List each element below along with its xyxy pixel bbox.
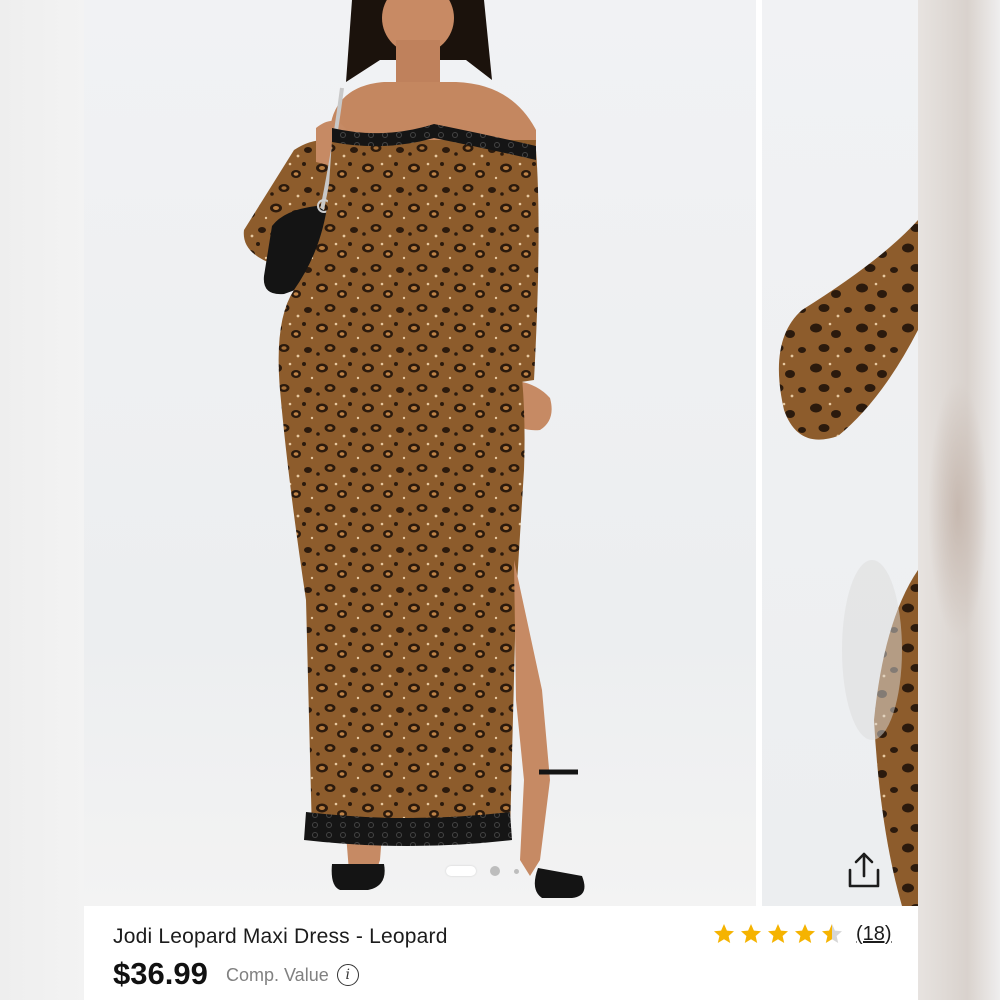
share-icon — [848, 852, 880, 888]
model-photo-partial — [778, 220, 918, 906]
product-info: Jodi Leopard Maxi Dress - Leopard (18) $… — [84, 906, 918, 1000]
star-icon — [741, 924, 761, 943]
star-rating — [712, 922, 844, 946]
image-carousel[interactable] — [84, 0, 918, 906]
blurred-edge-left — [0, 0, 84, 1000]
product-image-next[interactable] — [762, 0, 918, 906]
share-button[interactable] — [840, 846, 888, 894]
product-title[interactable]: Jodi Leopard Maxi Dress - Leopard — [113, 925, 448, 949]
pagination-dot[interactable] — [514, 868, 519, 874]
product-image-main[interactable] — [84, 0, 756, 906]
star-icon — [822, 924, 842, 943]
product-card: Jodi Leopard Maxi Dress - Leopard (18) $… — [84, 0, 918, 1000]
comp-value-label: Comp. Value — [226, 964, 329, 985]
pagination-dot[interactable] — [490, 866, 500, 876]
product-page: Jodi Leopard Maxi Dress - Leopard (18) $… — [0, 0, 1000, 1000]
star-icon — [714, 924, 734, 943]
product-price: $36.99 — [113, 956, 208, 991]
star-icon — [795, 924, 815, 943]
blurred-edge-right — [918, 0, 1000, 1000]
star-icon — [768, 924, 788, 943]
product-rating[interactable]: (18) — [712, 920, 892, 948]
comp-value: Comp. Value i — [226, 964, 359, 986]
info-icon[interactable]: i — [336, 964, 359, 986]
pagination-dot-active[interactable] — [446, 866, 476, 876]
review-count-link[interactable]: (18) — [856, 923, 892, 946]
carousel-pagination — [446, 864, 519, 878]
model-photo — [243, 0, 585, 898]
